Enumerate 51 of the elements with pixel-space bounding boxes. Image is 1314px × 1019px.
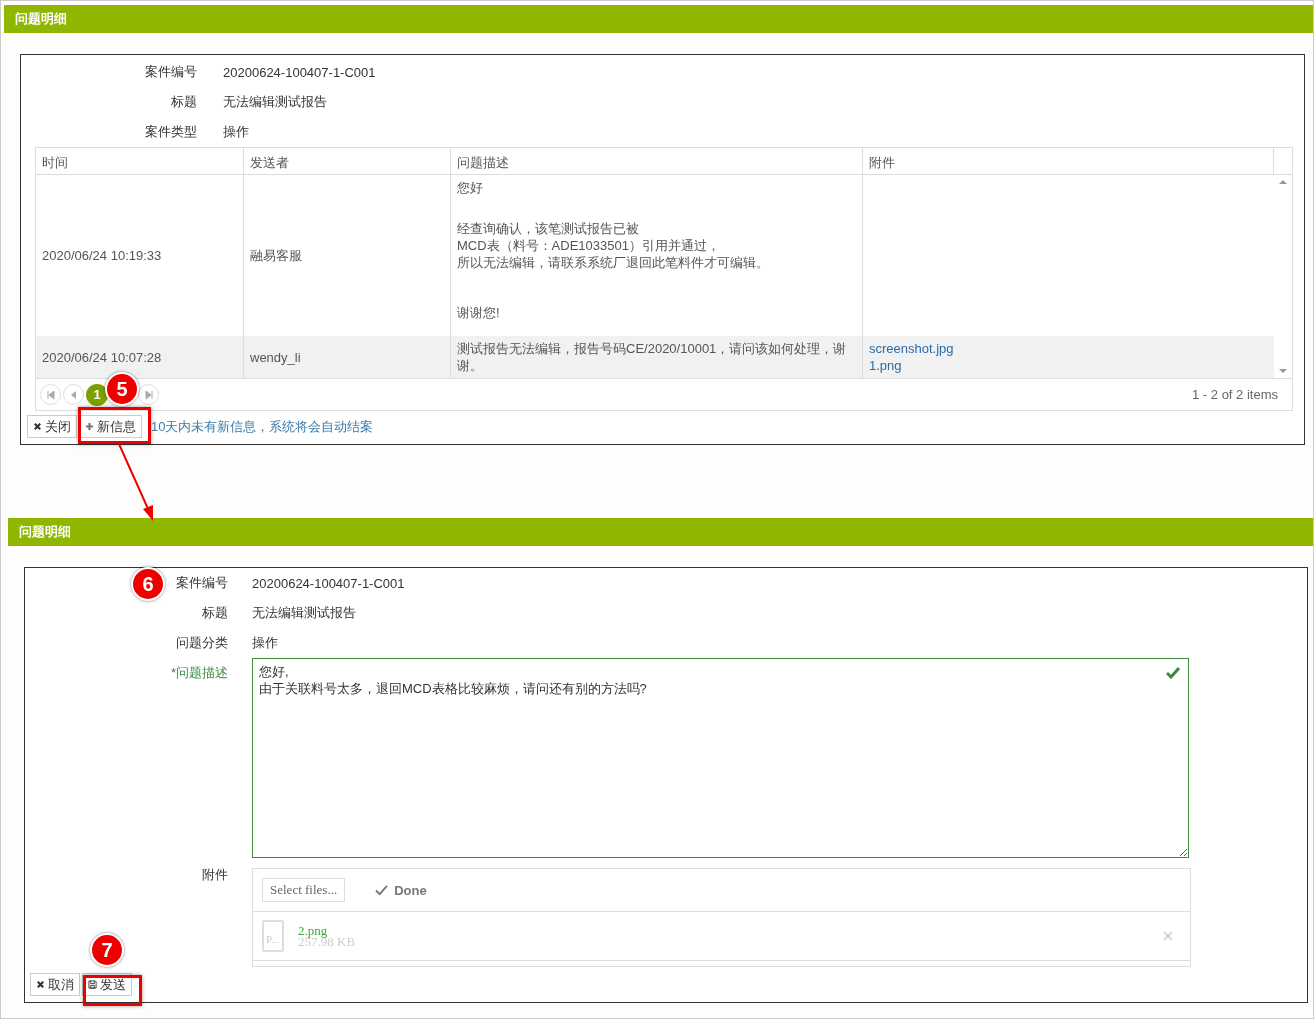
close-icon: [33, 422, 42, 431]
column-header: 问题描述: [451, 148, 863, 174]
auto-close-notice: 10天内未有新信息，系统将会自动结案: [151, 417, 374, 436]
check-icon: [1166, 667, 1180, 679]
cancel-button[interactable]: 取消: [30, 973, 80, 996]
field-label: 标题: [202, 605, 228, 620]
field-value: 无法编辑测试报告: [223, 93, 327, 111]
previous-icon: [69, 390, 78, 399]
field-label: 标题: [171, 94, 197, 109]
field-label: 附件: [202, 867, 228, 882]
message-text: 测试报告无法编辑，报告号码CE/2020/10001，请问该如何处理，谢谢。: [457, 340, 848, 374]
panel-title: 问题明细: [19, 523, 71, 541]
highlight-frame: [83, 975, 142, 1006]
field-label: 案件编号: [145, 64, 197, 79]
save-icon: [88, 980, 97, 989]
close-icon: [36, 980, 45, 989]
field-label: 问题分类: [176, 635, 228, 650]
column-header: 附件: [863, 148, 1274, 174]
attachment-link[interactable]: 1.png: [869, 357, 1268, 374]
message-text: 谢谢您!: [457, 304, 500, 321]
field-label: 案件编号: [176, 575, 228, 590]
pager-summary: 1 - 2 of 2 items: [1192, 387, 1279, 402]
message-text: 您好: [457, 179, 483, 196]
field-label: *问题描述: [170, 665, 228, 680]
upload-status: Done: [394, 882, 427, 898]
message-text: 经查询确认，该笔测试报告已被: [457, 220, 639, 237]
column-header: 时间: [36, 148, 244, 174]
field-value: 操作: [223, 123, 249, 141]
last-page-icon: [144, 390, 153, 399]
close-button[interactable]: 关闭: [27, 415, 77, 438]
field-label: 案件类型: [145, 124, 197, 139]
column-header: 发送者: [244, 148, 451, 174]
check-icon: [375, 884, 389, 896]
field-value: 无法编辑测试报告: [252, 604, 356, 622]
select-files-button[interactable]: Select files...: [262, 878, 346, 902]
attachment-link[interactable]: screenshot.jpg: [869, 340, 1268, 357]
plus-icon: [85, 422, 94, 431]
scroll-up-icon[interactable]: [1279, 179, 1287, 185]
scroll-down-icon[interactable]: [1279, 368, 1287, 374]
message-text: 所以无法编辑，请联系系统厂退回此笔料件才可编辑。: [457, 254, 769, 271]
description-field[interactable]: 您好, 由于关联料号太多，退回MCD表格比较麻烦，请问还有别的方法吗?: [252, 658, 1189, 858]
field-value: 操作: [252, 634, 278, 652]
table-cell: wendy_li: [244, 336, 451, 378]
first-page-icon: [46, 390, 55, 399]
message-text: MCD表（料号：ADE1033501）引用并通过，: [457, 237, 720, 254]
remove-icon[interactable]: [1163, 931, 1173, 941]
file-name: 2.png: [298, 925, 329, 936]
panel-title: 问题明细: [15, 10, 67, 28]
field-value: 20200624-100407-1-C001: [252, 575, 405, 591]
new-message-button[interactable]: 新信息: [79, 415, 142, 438]
field-value: 20200624-100407-1-C001: [223, 64, 376, 80]
